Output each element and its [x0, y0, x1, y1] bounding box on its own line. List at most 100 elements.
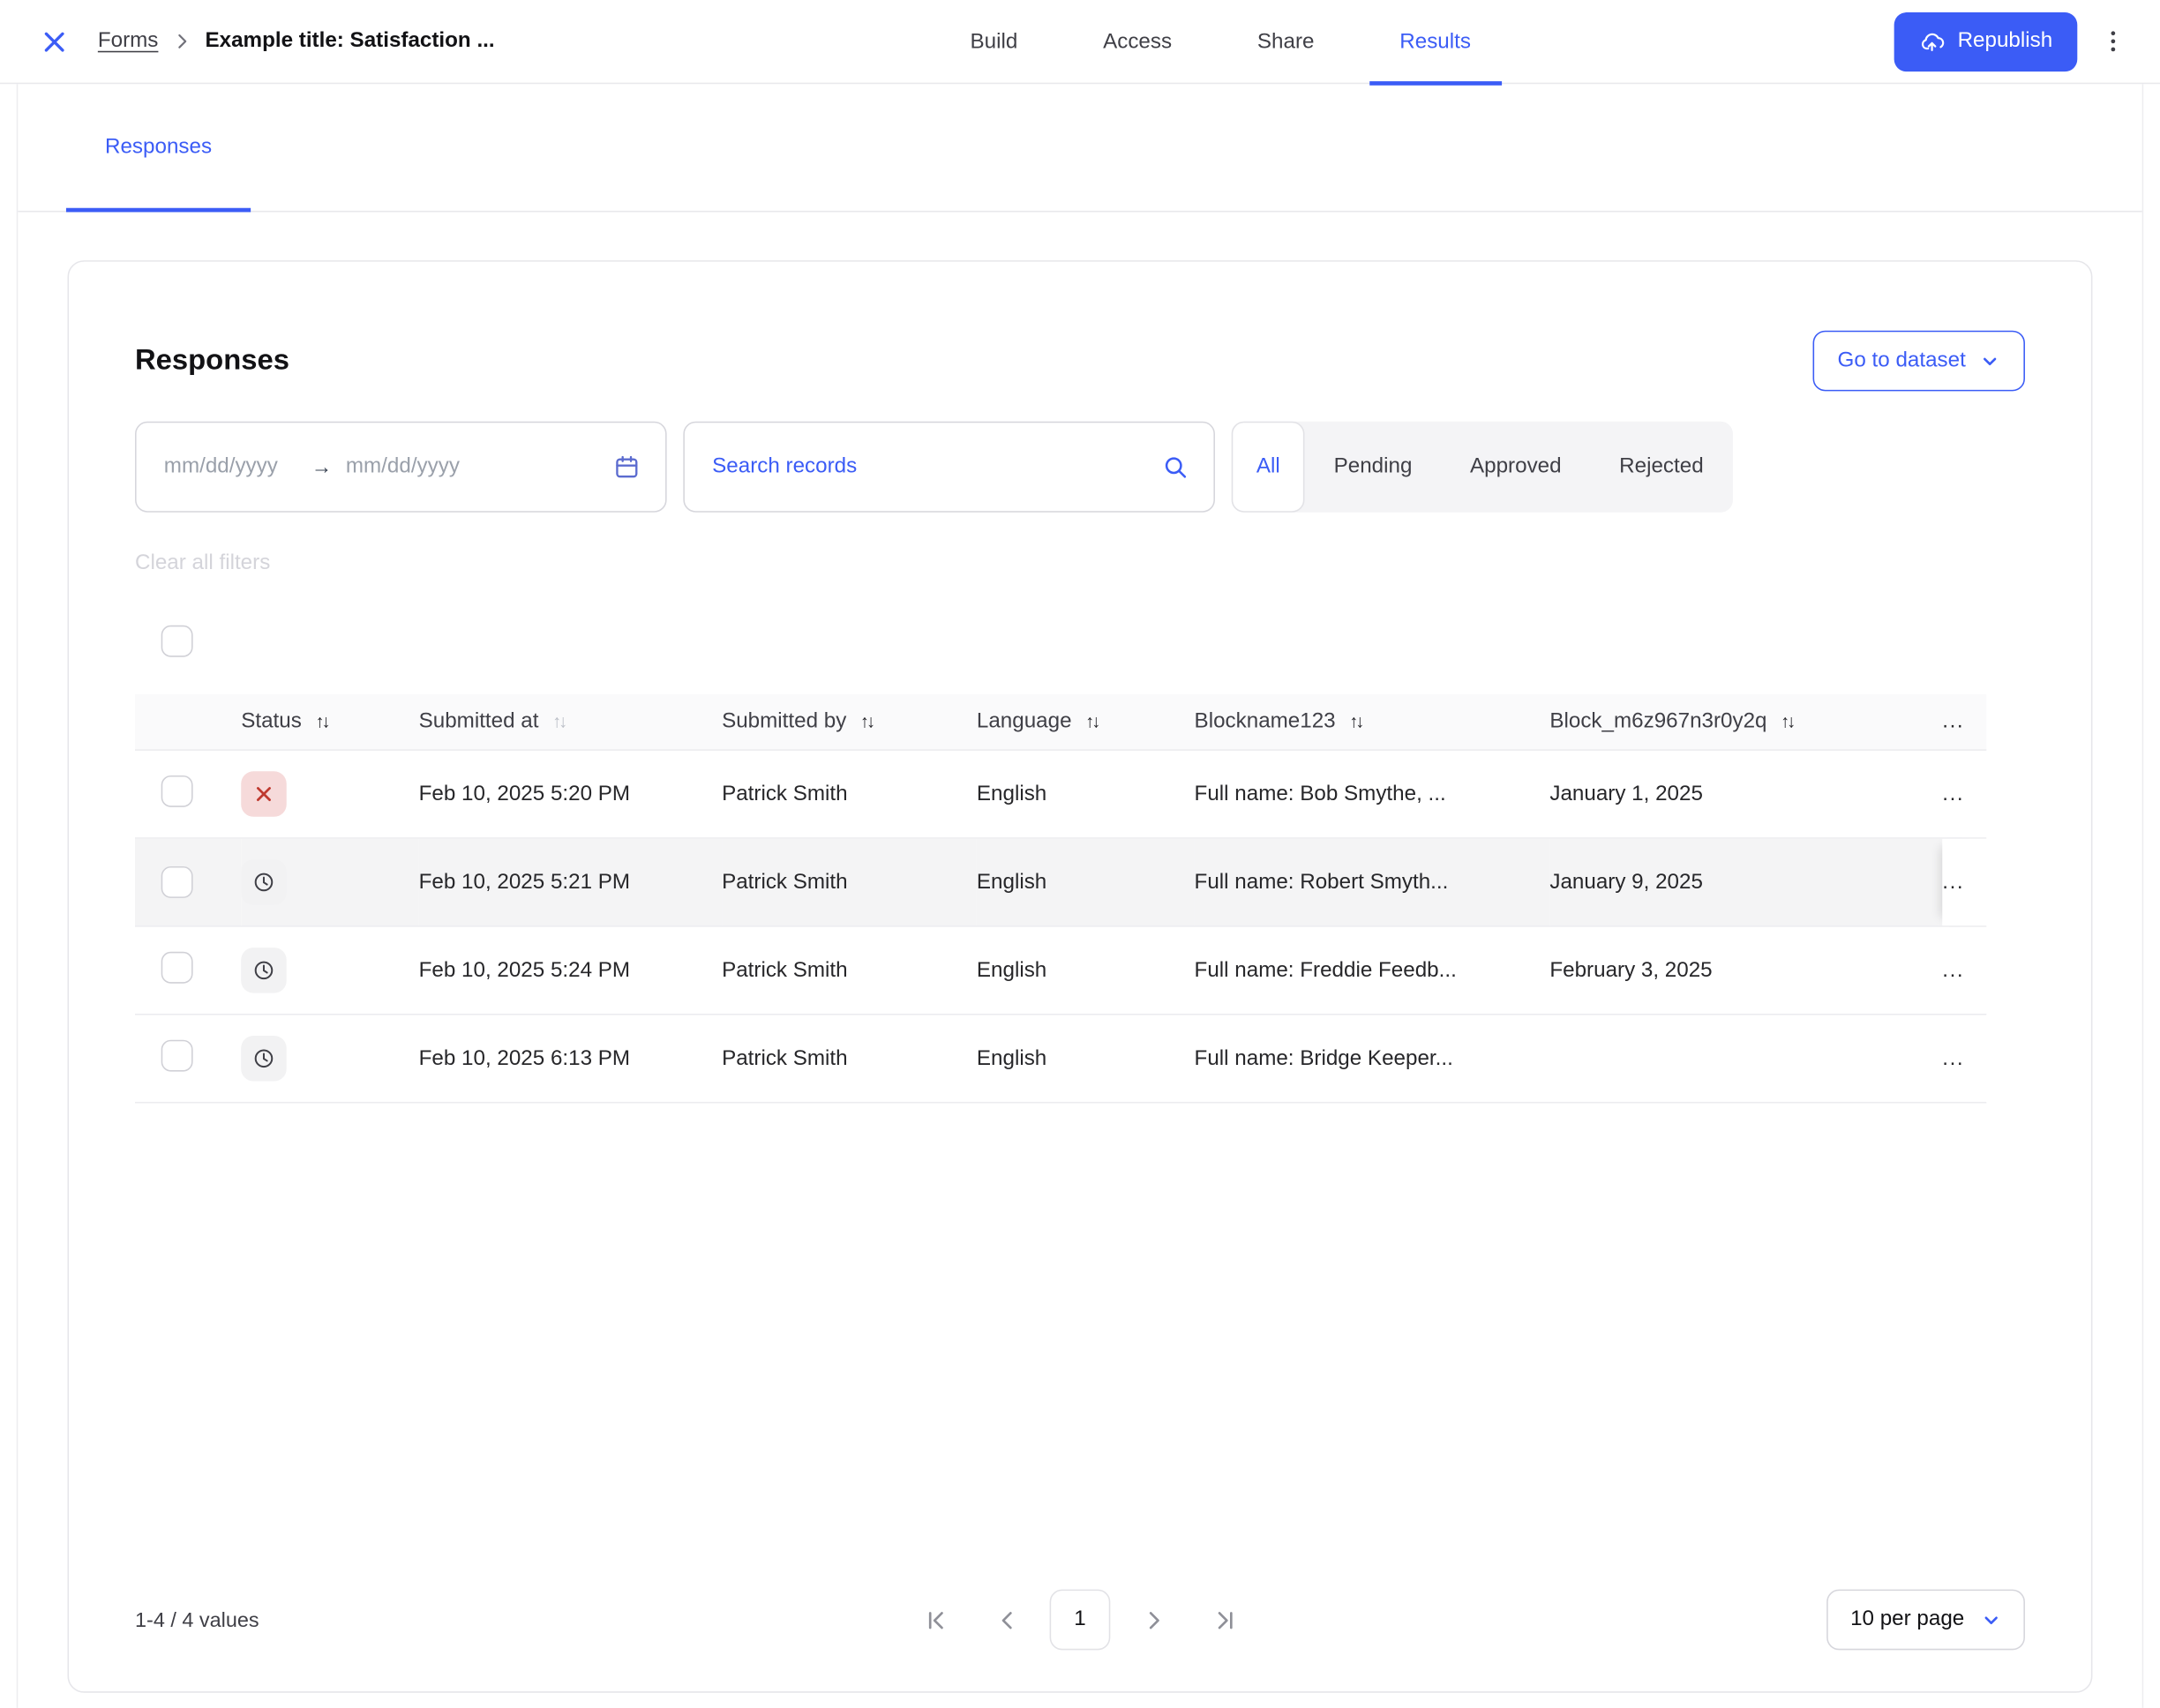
sort-icon[interactable]: ↑↓ — [1085, 711, 1098, 731]
top-bar-left: Forms Example title: Satisfaction ... — [33, 20, 494, 63]
select-all-checkbox[interactable] — [161, 626, 193, 657]
column-header-status: Status↑↓ — [241, 709, 418, 734]
close-button[interactable] — [33, 20, 75, 63]
cell-blockname123: Full name: Bridge Keeper... — [1195, 1046, 1550, 1071]
sort-icon[interactable]: ↑↓ — [1349, 711, 1361, 731]
sort-icon[interactable]: ↑↓ — [860, 711, 873, 731]
top-bar: Forms Example title: Satisfaction ... Bu… — [0, 0, 2160, 84]
chevron-right-icon — [172, 32, 191, 51]
filters-row: → All Pending Approved Rejecte — [135, 422, 2025, 513]
table-header-row: Status↑↓ Submitted at↑↓ Submitted by↑↓ L… — [135, 694, 1986, 751]
content-frame: Responses Responses Go to dataset → — [17, 84, 2143, 1708]
date-start-input[interactable] — [161, 453, 311, 481]
search-input[interactable] — [709, 453, 1163, 481]
date-range-filter[interactable]: → — [135, 422, 667, 513]
go-to-dataset-button[interactable]: Go to dataset — [1812, 331, 2025, 392]
nav-tab-share[interactable]: Share — [1227, 0, 1345, 84]
sort-icon[interactable]: ↑↓ — [1781, 711, 1793, 731]
row-checkbox[interactable] — [161, 951, 193, 983]
kebab-menu-icon — [2099, 27, 2126, 55]
range-label: 1-4 / 4 values — [135, 1608, 259, 1632]
tab-responses[interactable]: Responses — [66, 84, 251, 211]
nav-tab-results[interactable]: Results — [1369, 0, 1501, 84]
per-page-label: 10 per page — [1850, 1607, 1964, 1632]
results-subtabs: Responses — [18, 84, 2141, 212]
cell-blockname123: Full name: Bob Smythe, ... — [1195, 782, 1550, 806]
row-overflow-button[interactable]: ... — [1942, 782, 1986, 806]
top-bar-right: Republish — [1894, 11, 2135, 71]
date-end-input[interactable] — [343, 453, 493, 481]
cell-blockname123: Full name: Robert Smyth... — [1195, 839, 1550, 925]
responses-panel: Responses Go to dataset → — [67, 260, 2092, 1693]
table-row[interactable]: Feb 10, 2025 5:24 PM Patrick Smith Engli… — [135, 927, 1986, 1015]
cell-submitted-at: Feb 10, 2025 5:24 PM — [419, 958, 722, 983]
last-page-icon — [1213, 1608, 1237, 1632]
column-header-submitted-at: Submitted at↑↓ — [419, 709, 722, 734]
table-row[interactable]: Feb 10, 2025 5:21 PM Patrick Smith Engli… — [135, 839, 1986, 927]
status-filter-pending[interactable]: Pending — [1305, 422, 1441, 513]
table-row[interactable]: Feb 10, 2025 6:13 PM Patrick Smith Engli… — [135, 1015, 1986, 1104]
breadcrumb: Forms Example title: Satisfaction ... — [98, 29, 495, 54]
cell-block-m6z967n3r0y2q: February 3, 2025 — [1549, 958, 1942, 983]
main-nav: Build Access Share Results — [940, 0, 1501, 84]
nav-tab-build[interactable]: Build — [940, 0, 1048, 84]
column-header-submitted-by: Submitted by↑↓ — [722, 709, 977, 734]
republish-label: Republish — [1958, 29, 2053, 54]
status-filter-all[interactable]: All — [1232, 422, 1305, 513]
first-page-icon — [924, 1608, 948, 1632]
breadcrumb-forms-link[interactable]: Forms — [98, 29, 159, 54]
close-icon — [41, 28, 68, 55]
first-page-button[interactable] — [906, 1591, 964, 1649]
status-pending-icon — [241, 1036, 287, 1082]
panel-header: Responses Go to dataset — [135, 262, 2025, 392]
sort-icon[interactable]: ↑↓ — [552, 711, 565, 731]
sort-icon[interactable]: ↑↓ — [315, 711, 327, 731]
search-filter[interactable] — [683, 422, 1215, 513]
chevron-left-icon — [995, 1608, 1019, 1632]
cell-block-m6z967n3r0y2q: January 9, 2025 — [1549, 839, 1942, 925]
form-title: Example title: Satisfaction ... — [205, 29, 494, 54]
row-checkbox[interactable] — [161, 866, 193, 898]
cell-language: English — [977, 839, 1195, 925]
calendar-icon[interactable] — [613, 453, 641, 481]
cell-block-m6z967n3r0y2q: January 1, 2025 — [1549, 782, 1942, 806]
cell-submitted-by: Patrick Smith — [722, 839, 977, 925]
row-checkbox[interactable] — [161, 775, 193, 806]
search-icon[interactable] — [1163, 453, 1189, 480]
cell-submitted-by: Patrick Smith — [722, 1046, 977, 1071]
cell-language: English — [977, 1046, 1195, 1071]
cell-language: English — [977, 958, 1195, 983]
last-page-button[interactable] — [1196, 1591, 1254, 1649]
per-page-select[interactable]: 10 per page — [1827, 1590, 2025, 1651]
status-rejected-icon — [241, 771, 287, 817]
chevron-down-icon — [1981, 1609, 2001, 1629]
status-filter-rejected[interactable]: Rejected — [1590, 422, 1732, 513]
go-to-dataset-label: Go to dataset — [1838, 348, 1966, 373]
republish-button[interactable]: Republish — [1894, 11, 2078, 71]
status-filter-approved[interactable]: Approved — [1441, 422, 1590, 513]
overflow-column-header: ... — [1942, 709, 1986, 734]
status-filter: All Pending Approved Rejected — [1232, 422, 1733, 513]
clear-all-filters-button[interactable]: Clear all filters — [135, 551, 270, 575]
arrow-right-icon: → — [311, 455, 332, 479]
row-overflow-button[interactable]: ... — [1942, 958, 1986, 983]
kebab-menu-button[interactable] — [2091, 19, 2135, 64]
panel-title: Responses — [135, 344, 289, 377]
cell-language: English — [977, 782, 1195, 806]
current-page-indicator[interactable]: 1 — [1050, 1590, 1111, 1651]
row-overflow-button[interactable]: ... — [1942, 1046, 1986, 1071]
chevron-right-icon — [1141, 1608, 1165, 1632]
status-pending-icon — [241, 948, 287, 993]
nav-tab-access[interactable]: Access — [1073, 0, 1203, 84]
next-page-button[interactable] — [1124, 1591, 1182, 1649]
cell-submitted-at: Feb 10, 2025 6:13 PM — [419, 1046, 722, 1071]
responses-table: Status↑↓ Submitted at↑↓ Submitted by↑↓ L… — [135, 694, 1986, 1104]
column-header-blockname123: Blockname123↑↓ — [1195, 709, 1550, 734]
cell-submitted-by: Patrick Smith — [722, 782, 977, 806]
prev-page-button[interactable] — [978, 1591, 1036, 1649]
cell-submitted-at: Feb 10, 2025 5:20 PM — [419, 782, 722, 806]
table-row[interactable]: Feb 10, 2025 5:20 PM Patrick Smith Engli… — [135, 751, 1986, 839]
row-checkbox[interactable] — [161, 1039, 193, 1071]
row-overflow-button[interactable]: ... — [1942, 839, 1986, 925]
column-header-block-m6z967n3r0y2q: Block_m6z967n3r0y2q↑↓ — [1549, 709, 1942, 734]
